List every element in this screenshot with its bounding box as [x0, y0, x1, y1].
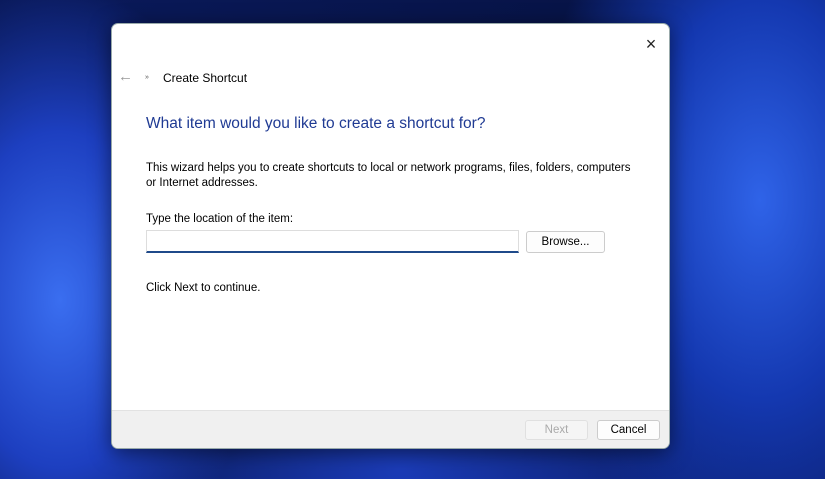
wizard-description: This wizard helps you to create shortcut…	[146, 162, 631, 189]
next-button[interactable]: Next	[525, 420, 588, 440]
window-title: Create Shortcut	[163, 71, 248, 85]
shortcut-app-icon: »	[145, 74, 149, 81]
create-shortcut-dialog: × ← » Create Shortcut What item would yo…	[111, 23, 670, 449]
continue-hint: Click Next to continue.	[146, 282, 261, 294]
back-arrow-icon[interactable]: ←	[118, 68, 133, 85]
close-icon[interactable]: ×	[639, 32, 663, 56]
page-heading: What item would you like to create a sho…	[146, 115, 486, 132]
browse-button[interactable]: Browse...	[526, 231, 605, 253]
cancel-button[interactable]: Cancel	[597, 420, 660, 440]
dialog-footer: Next Cancel	[112, 410, 669, 448]
location-label: Type the location of the item:	[146, 213, 294, 225]
location-input[interactable]	[146, 230, 519, 253]
